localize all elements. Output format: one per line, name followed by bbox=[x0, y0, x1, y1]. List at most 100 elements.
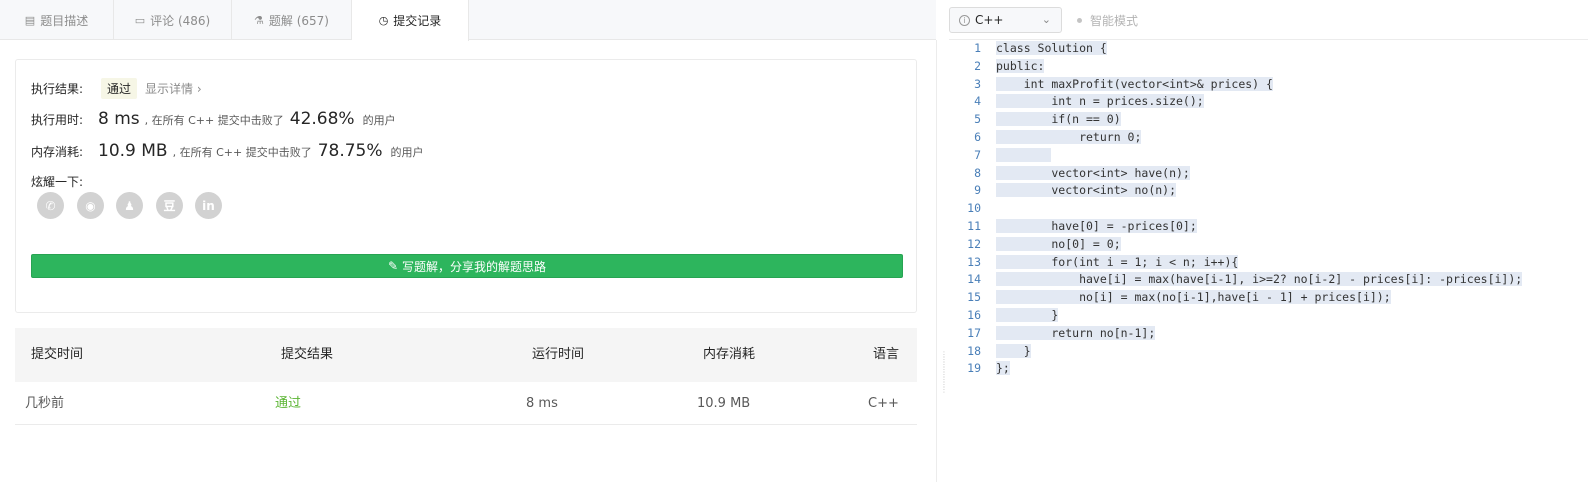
code-line[interactable]: } bbox=[996, 307, 1588, 325]
memory-percent: 78.75% bbox=[317, 141, 383, 161]
memory-beat-text: , 在所有 C++ 提交中击败了 bbox=[172, 146, 312, 159]
code-line-text: for(int i = 1; i < n; i++){ bbox=[996, 254, 1239, 269]
code-line[interactable] bbox=[996, 147, 1588, 165]
tab-solutions[interactable]: ⚗ 题解 (657) bbox=[232, 0, 352, 40]
code-line-text: }; bbox=[996, 361, 1010, 376]
status-row: 执行结果: 通过 显示详情 › bbox=[31, 78, 202, 99]
tab-label: 提交记录 bbox=[393, 14, 442, 28]
language-select[interactable]: i C++ ⌄ bbox=[949, 7, 1062, 33]
comment-icon: ▭ bbox=[134, 13, 146, 27]
code-line[interactable]: for(int i = 1; i < n; i++){ bbox=[996, 254, 1588, 272]
runtime-value: 8 ms bbox=[98, 109, 140, 129]
code-line-text: have[0] = -prices[0]; bbox=[996, 218, 1197, 233]
write-solution-button[interactable]: ✎ 写题解，分享我的解题思路 bbox=[31, 254, 903, 278]
code-line[interactable]: int n = prices.size(); bbox=[996, 93, 1588, 111]
wechat-icon[interactable]: ✆ bbox=[37, 192, 64, 219]
qq-icon[interactable]: ♟ bbox=[116, 192, 143, 219]
resize-handle-icon[interactable]: ⋮ ⋮ ⋮ ⋮ ⋮ ⋮ ⋮ ⋮ bbox=[940, 351, 948, 394]
code-line-text: return no[n-1]; bbox=[996, 325, 1156, 340]
memory-value: 10.9 MB bbox=[98, 141, 168, 161]
line-number: 15 bbox=[967, 290, 981, 305]
runtime-row: 执行用时: 8 ms , 在所有 C++ 提交中击败了 42.68% 的用户 bbox=[31, 109, 396, 129]
status-label: 执行结果: bbox=[31, 82, 84, 96]
line-number: 14 bbox=[967, 272, 981, 287]
show-details-link[interactable]: 显示详情 › bbox=[145, 80, 202, 97]
code-line-text: if(n == 0) bbox=[996, 112, 1121, 127]
table-row[interactable]: 几秒前 通过 8 ms 10.9 MB C++ bbox=[15, 382, 917, 425]
code-line-text: no[i] = max(no[i-1],have[i - 1] + prices… bbox=[996, 290, 1391, 305]
line-number: 1 bbox=[974, 41, 981, 55]
clock-icon: ◷ bbox=[378, 14, 389, 27]
cell-memory: 10.9 MB bbox=[697, 396, 751, 411]
tab-description[interactable]: ▤ 题目描述 bbox=[0, 0, 114, 40]
left-panel: ▤ 题目描述 ▭ 评论 (486) ⚗ 题解 (657) ◷ 提交记录 执行结果… bbox=[0, 0, 936, 482]
code-line[interactable]: vector<int> no(n); bbox=[996, 182, 1588, 200]
share-label: 炫耀一下: bbox=[31, 175, 84, 189]
qq-glyph: ♟ bbox=[124, 198, 135, 213]
line-number: 5 bbox=[974, 112, 981, 127]
code-line[interactable] bbox=[996, 200, 1588, 218]
code-line[interactable]: return 0; bbox=[996, 129, 1588, 147]
douban-icon[interactable]: 豆 bbox=[156, 192, 183, 219]
weibo-glyph: ◉ bbox=[85, 198, 96, 213]
tab-comments[interactable]: ▭ 评论 (486) bbox=[114, 0, 232, 40]
linkedin-icon[interactable]: in bbox=[195, 192, 222, 219]
line-number: 17 bbox=[967, 325, 981, 340]
code-line[interactable]: } bbox=[996, 343, 1588, 361]
runtime-beat-text: , 在所有 C++ 提交中击败了 bbox=[144, 114, 284, 127]
code-line[interactable]: }; bbox=[996, 360, 1588, 378]
code-line[interactable]: return no[n-1]; bbox=[996, 325, 1588, 343]
code-line[interactable]: vector<int> have(n); bbox=[996, 165, 1588, 183]
runtime-users-text: 的用户 bbox=[362, 114, 396, 127]
code-line[interactable]: public: bbox=[996, 58, 1588, 76]
code-line-text: vector<int> have(n); bbox=[996, 165, 1190, 180]
chevron-down-icon: ⌄ bbox=[1041, 13, 1051, 26]
code-panel: i C++ ⌄ 智能模式 1 2 3 4 5 6 7 8 9 10 11 12 13 14 15 16 17 18… bbox=[949, 0, 1588, 482]
runtime-percent: 42.68% bbox=[289, 109, 355, 129]
header-language: 语言 bbox=[873, 347, 900, 362]
code-line-text: vector<int> no(n); bbox=[996, 183, 1177, 198]
line-number: 9 bbox=[974, 183, 981, 198]
code-line-text: } bbox=[996, 343, 1031, 358]
tab-label: 题目描述 bbox=[40, 13, 89, 28]
code-line[interactable]: have[i] = max(have[i-1], i>=2? no[i-2] -… bbox=[996, 271, 1588, 289]
code-area[interactable]: class Solution {public: int maxProfit(ve… bbox=[996, 40, 1588, 378]
runtime-label: 执行用时: bbox=[31, 113, 84, 127]
memory-row: 内存消耗: 10.9 MB , 在所有 C++ 提交中击败了 78.75% 的用… bbox=[31, 141, 424, 161]
header-submit-time: 提交时间 bbox=[31, 347, 84, 362]
code-line[interactable]: no[0] = 0; bbox=[996, 236, 1588, 254]
language-label: C++ bbox=[975, 13, 1004, 27]
write-solution-label: 写题解，分享我的解题思路 bbox=[402, 259, 547, 274]
line-number: 12 bbox=[967, 236, 981, 251]
flask-icon: ⚗ bbox=[254, 13, 264, 27]
code-line[interactable]: class Solution { bbox=[996, 40, 1588, 58]
douban-glyph: 豆 bbox=[163, 199, 176, 213]
line-number: 11 bbox=[967, 218, 981, 233]
result-card: 执行结果: 通过 显示详情 › 执行用时: 8 ms , 在所有 C++ 提交中… bbox=[15, 59, 917, 313]
tab-submissions[interactable]: ◷ 提交记录 bbox=[352, 0, 469, 41]
editor-toolbar: i C++ ⌄ 智能模式 bbox=[949, 0, 1588, 40]
smart-mode-toggle[interactable]: 智能模式 bbox=[1077, 12, 1138, 29]
panel-divider[interactable] bbox=[936, 40, 949, 482]
cell-language: C++ bbox=[868, 396, 899, 411]
code-line[interactable]: have[0] = -prices[0]; bbox=[996, 218, 1588, 236]
code-line[interactable]: if(n == 0) bbox=[996, 111, 1588, 129]
header-submit-result: 提交结果 bbox=[281, 347, 334, 362]
memory-users-text: 的用户 bbox=[390, 146, 424, 159]
linkedin-glyph: in bbox=[202, 198, 215, 213]
line-number-gutter: 1 2 3 4 5 6 7 8 9 10 11 12 13 14 15 16 17 18 19 bbox=[949, 40, 989, 378]
line-number: 18 bbox=[967, 343, 981, 358]
code-line-text: have[i] = max(have[i-1], i>=2? no[i-2] -… bbox=[996, 272, 1523, 287]
submissions-table-header: 提交时间 提交结果 运行时间 内存消耗 语言 bbox=[15, 328, 917, 382]
code-line-text: return 0; bbox=[996, 129, 1142, 144]
code-line[interactable]: int maxProfit(vector<int>& prices) { bbox=[996, 76, 1588, 94]
code-line-text: int maxProfit(vector<int>& prices) { bbox=[996, 76, 1273, 91]
pencil-icon: ✎ bbox=[387, 259, 399, 273]
weibo-icon[interactable]: ◉ bbox=[77, 192, 104, 219]
code-editor[interactable]: 1 2 3 4 5 6 7 8 9 10 11 12 13 14 15 16 17 18 19 class Solu… bbox=[949, 40, 1588, 482]
cell-submit-result[interactable]: 通过 bbox=[275, 382, 301, 425]
line-number: 8 bbox=[974, 165, 981, 180]
line-number: 3 bbox=[974, 76, 981, 91]
smart-mode-label: 智能模式 bbox=[1090, 14, 1139, 28]
code-line[interactable]: no[i] = max(no[i-1],have[i - 1] + prices… bbox=[996, 289, 1588, 307]
